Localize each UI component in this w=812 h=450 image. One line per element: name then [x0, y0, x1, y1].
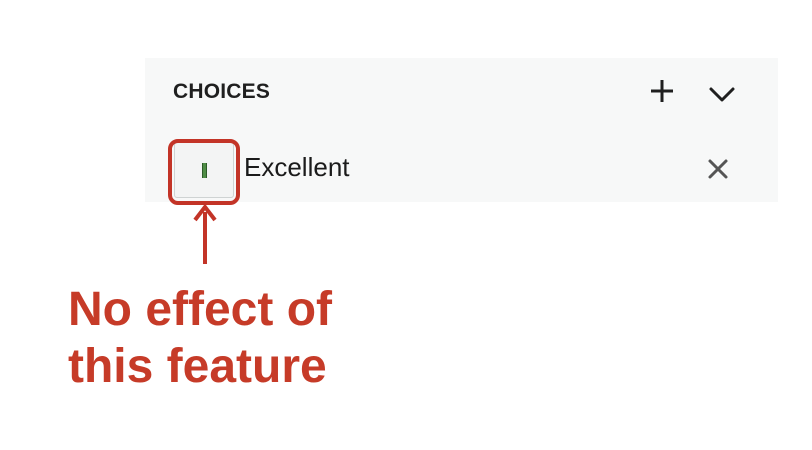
annotation-text: No effect of this feature: [68, 282, 332, 395]
collapse-choices-button[interactable]: [705, 78, 739, 112]
annotation-line-1: No effect of: [68, 283, 332, 336]
annotation-highlight-box: [168, 139, 240, 205]
choice-label: Excellent: [244, 152, 350, 182]
close-icon: [708, 159, 728, 179]
choices-heading: CHOICES: [173, 80, 271, 103]
chevron-down-icon: [709, 87, 735, 102]
plus-icon: [651, 80, 673, 102]
add-choice-button[interactable]: [645, 74, 679, 108]
screenshot-stage: CHOICES Excellent No effect of this feat…: [0, 0, 812, 450]
annotation-line-2: this feature: [68, 339, 327, 393]
annotation-arrow-icon: [193, 204, 217, 264]
remove-choice-button[interactable]: [703, 154, 733, 184]
